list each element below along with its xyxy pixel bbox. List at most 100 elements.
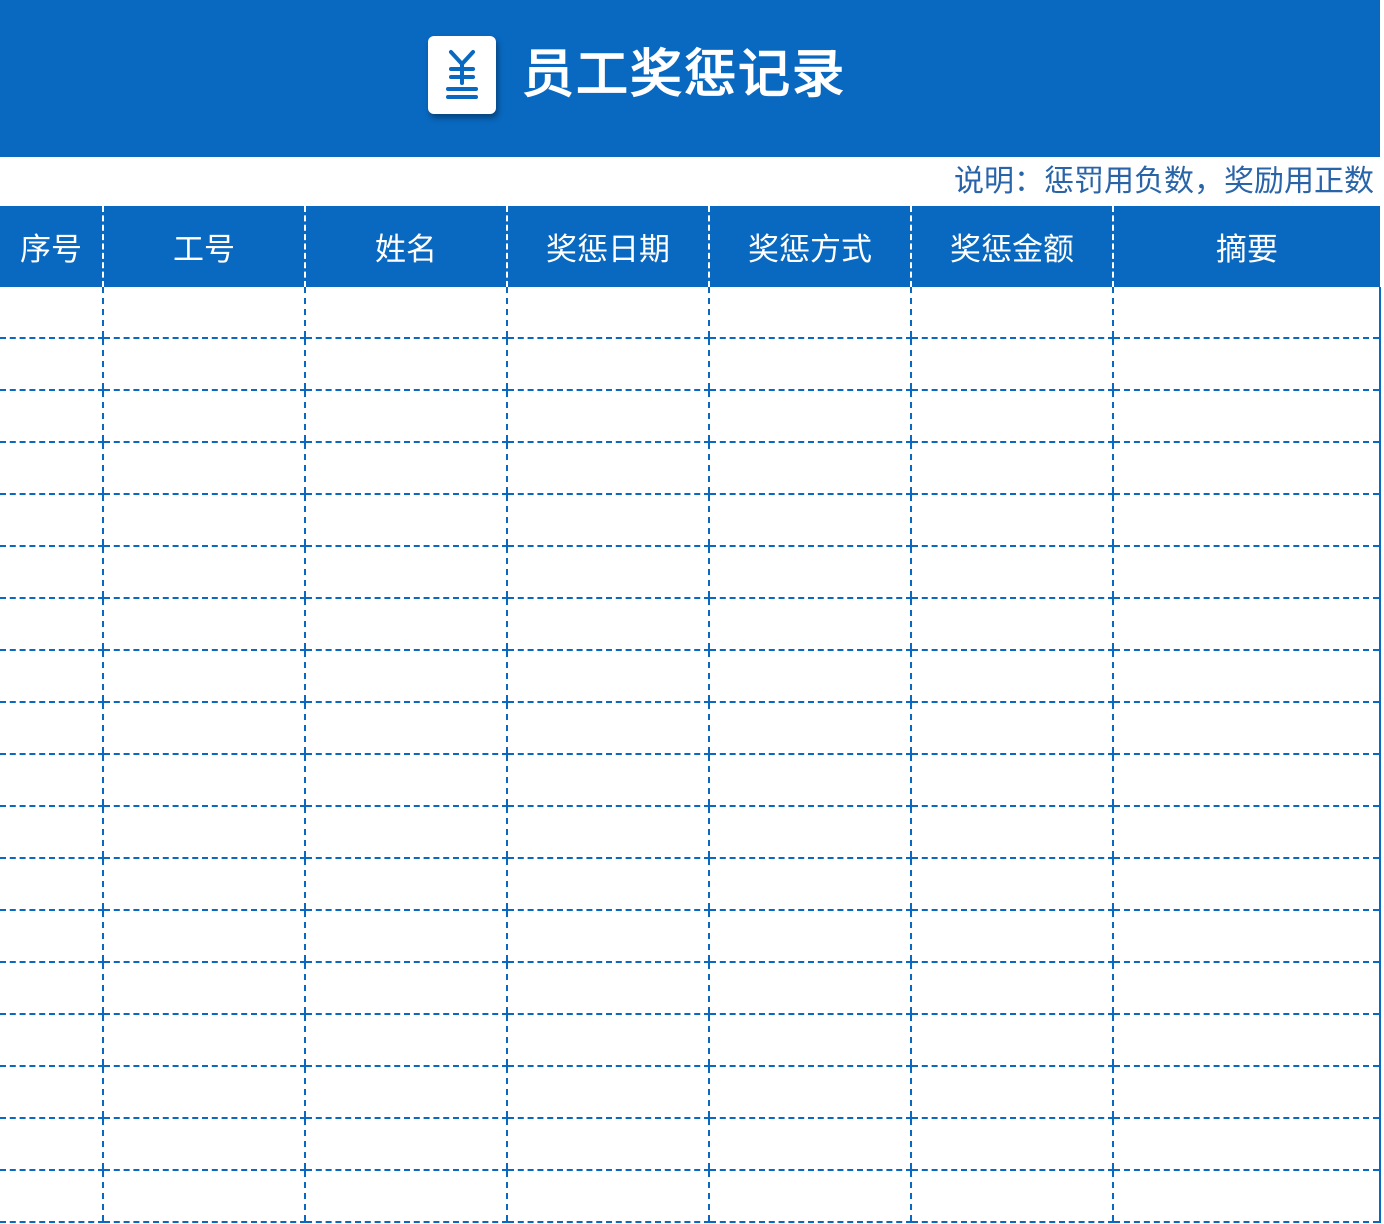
table-cell[interactable] xyxy=(506,702,709,755)
table-cell[interactable] xyxy=(506,650,709,703)
table-cell[interactable] xyxy=(708,546,911,599)
table-cell[interactable] xyxy=(708,1066,911,1119)
table-cell[interactable] xyxy=(102,1170,305,1223)
table-cell[interactable] xyxy=(1112,598,1381,651)
column-header-method[interactable]: 奖惩方式 xyxy=(708,206,911,287)
table-cell[interactable] xyxy=(910,1118,1113,1171)
table-cell[interactable] xyxy=(910,338,1113,391)
table-cell[interactable] xyxy=(910,390,1113,443)
table-cell[interactable] xyxy=(0,650,103,703)
table-cell[interactable] xyxy=(304,1066,507,1119)
table-cell[interactable] xyxy=(102,650,305,703)
table-cell[interactable] xyxy=(0,546,103,599)
table-cell[interactable] xyxy=(1112,1170,1381,1223)
table-cell[interactable] xyxy=(0,494,103,547)
table-cell[interactable] xyxy=(1112,1014,1381,1067)
table-cell[interactable] xyxy=(0,910,103,963)
table-cell[interactable] xyxy=(708,806,911,859)
table-cell[interactable] xyxy=(506,806,709,859)
table-cell[interactable] xyxy=(0,858,103,911)
table-cell[interactable] xyxy=(304,287,507,339)
table-cell[interactable] xyxy=(102,962,305,1015)
table-cell[interactable] xyxy=(1112,494,1381,547)
table-cell[interactable] xyxy=(910,494,1113,547)
table-cell[interactable] xyxy=(708,494,911,547)
table-cell[interactable] xyxy=(910,806,1113,859)
table-cell[interactable] xyxy=(304,598,507,651)
table-cell[interactable] xyxy=(102,287,305,339)
table-cell[interactable] xyxy=(0,1118,103,1171)
table-cell[interactable] xyxy=(304,910,507,963)
table-cell[interactable] xyxy=(102,1014,305,1067)
table-cell[interactable] xyxy=(0,338,103,391)
table-cell[interactable] xyxy=(506,338,709,391)
table-cell[interactable] xyxy=(506,442,709,495)
table-cell[interactable] xyxy=(304,1014,507,1067)
table-cell[interactable] xyxy=(0,390,103,443)
table-cell[interactable] xyxy=(506,1014,709,1067)
table-cell[interactable] xyxy=(0,442,103,495)
table-cell[interactable] xyxy=(506,910,709,963)
table-cell[interactable] xyxy=(910,1170,1113,1223)
table-cell[interactable] xyxy=(910,546,1113,599)
table-cell[interactable] xyxy=(1112,287,1381,339)
table-cell[interactable] xyxy=(910,287,1113,339)
table-cell[interactable] xyxy=(102,1118,305,1171)
table-cell[interactable] xyxy=(1112,1066,1381,1119)
table-cell[interactable] xyxy=(102,494,305,547)
table-cell[interactable] xyxy=(0,806,103,859)
table-cell[interactable] xyxy=(304,1118,507,1171)
table-cell[interactable] xyxy=(102,1066,305,1119)
table-cell[interactable] xyxy=(102,910,305,963)
table-cell[interactable] xyxy=(0,1014,103,1067)
table-cell[interactable] xyxy=(0,702,103,755)
table-cell[interactable] xyxy=(304,806,507,859)
column-header-name[interactable]: 姓名 xyxy=(304,206,507,287)
table-cell[interactable] xyxy=(708,598,911,651)
table-cell[interactable] xyxy=(708,754,911,807)
table-cell[interactable] xyxy=(910,754,1113,807)
table-cell[interactable] xyxy=(102,442,305,495)
table-cell[interactable] xyxy=(708,702,911,755)
column-header-employee-id[interactable]: 工号 xyxy=(102,206,305,287)
table-cell[interactable] xyxy=(708,962,911,1015)
table-cell[interactable] xyxy=(910,858,1113,911)
table-cell[interactable] xyxy=(304,858,507,911)
table-cell[interactable] xyxy=(102,702,305,755)
column-header-amount[interactable]: 奖惩金额 xyxy=(910,206,1113,287)
table-cell[interactable] xyxy=(1112,546,1381,599)
table-cell[interactable] xyxy=(708,390,911,443)
table-cell[interactable] xyxy=(506,1066,709,1119)
table-cell[interactable] xyxy=(304,494,507,547)
table-cell[interactable] xyxy=(0,1170,103,1223)
table-cell[interactable] xyxy=(0,754,103,807)
table-cell[interactable] xyxy=(0,598,103,651)
table-cell[interactable] xyxy=(708,858,911,911)
table-cell[interactable] xyxy=(102,598,305,651)
table-cell[interactable] xyxy=(506,287,709,339)
table-cell[interactable] xyxy=(102,754,305,807)
table-cell[interactable] xyxy=(910,1014,1113,1067)
table-cell[interactable] xyxy=(304,1170,507,1223)
table-cell[interactable] xyxy=(506,1118,709,1171)
table-cell[interactable] xyxy=(1112,806,1381,859)
table-cell[interactable] xyxy=(708,287,911,339)
table-cell[interactable] xyxy=(506,754,709,807)
table-cell[interactable] xyxy=(506,390,709,443)
table-cell[interactable] xyxy=(1112,650,1381,703)
table-cell[interactable] xyxy=(304,546,507,599)
table-cell[interactable] xyxy=(304,390,507,443)
table-cell[interactable] xyxy=(1112,962,1381,1015)
table-cell[interactable] xyxy=(910,962,1113,1015)
table-cell[interactable] xyxy=(0,962,103,1015)
table-cell[interactable] xyxy=(708,1014,911,1067)
table-cell[interactable] xyxy=(1112,702,1381,755)
table-cell[interactable] xyxy=(1112,442,1381,495)
table-cell[interactable] xyxy=(1112,1118,1381,1171)
table-cell[interactable] xyxy=(304,754,507,807)
table-cell[interactable] xyxy=(910,702,1113,755)
column-header-summary[interactable]: 摘要 xyxy=(1112,206,1380,287)
table-cell[interactable] xyxy=(102,858,305,911)
table-cell[interactable] xyxy=(910,650,1113,703)
table-cell[interactable] xyxy=(506,858,709,911)
